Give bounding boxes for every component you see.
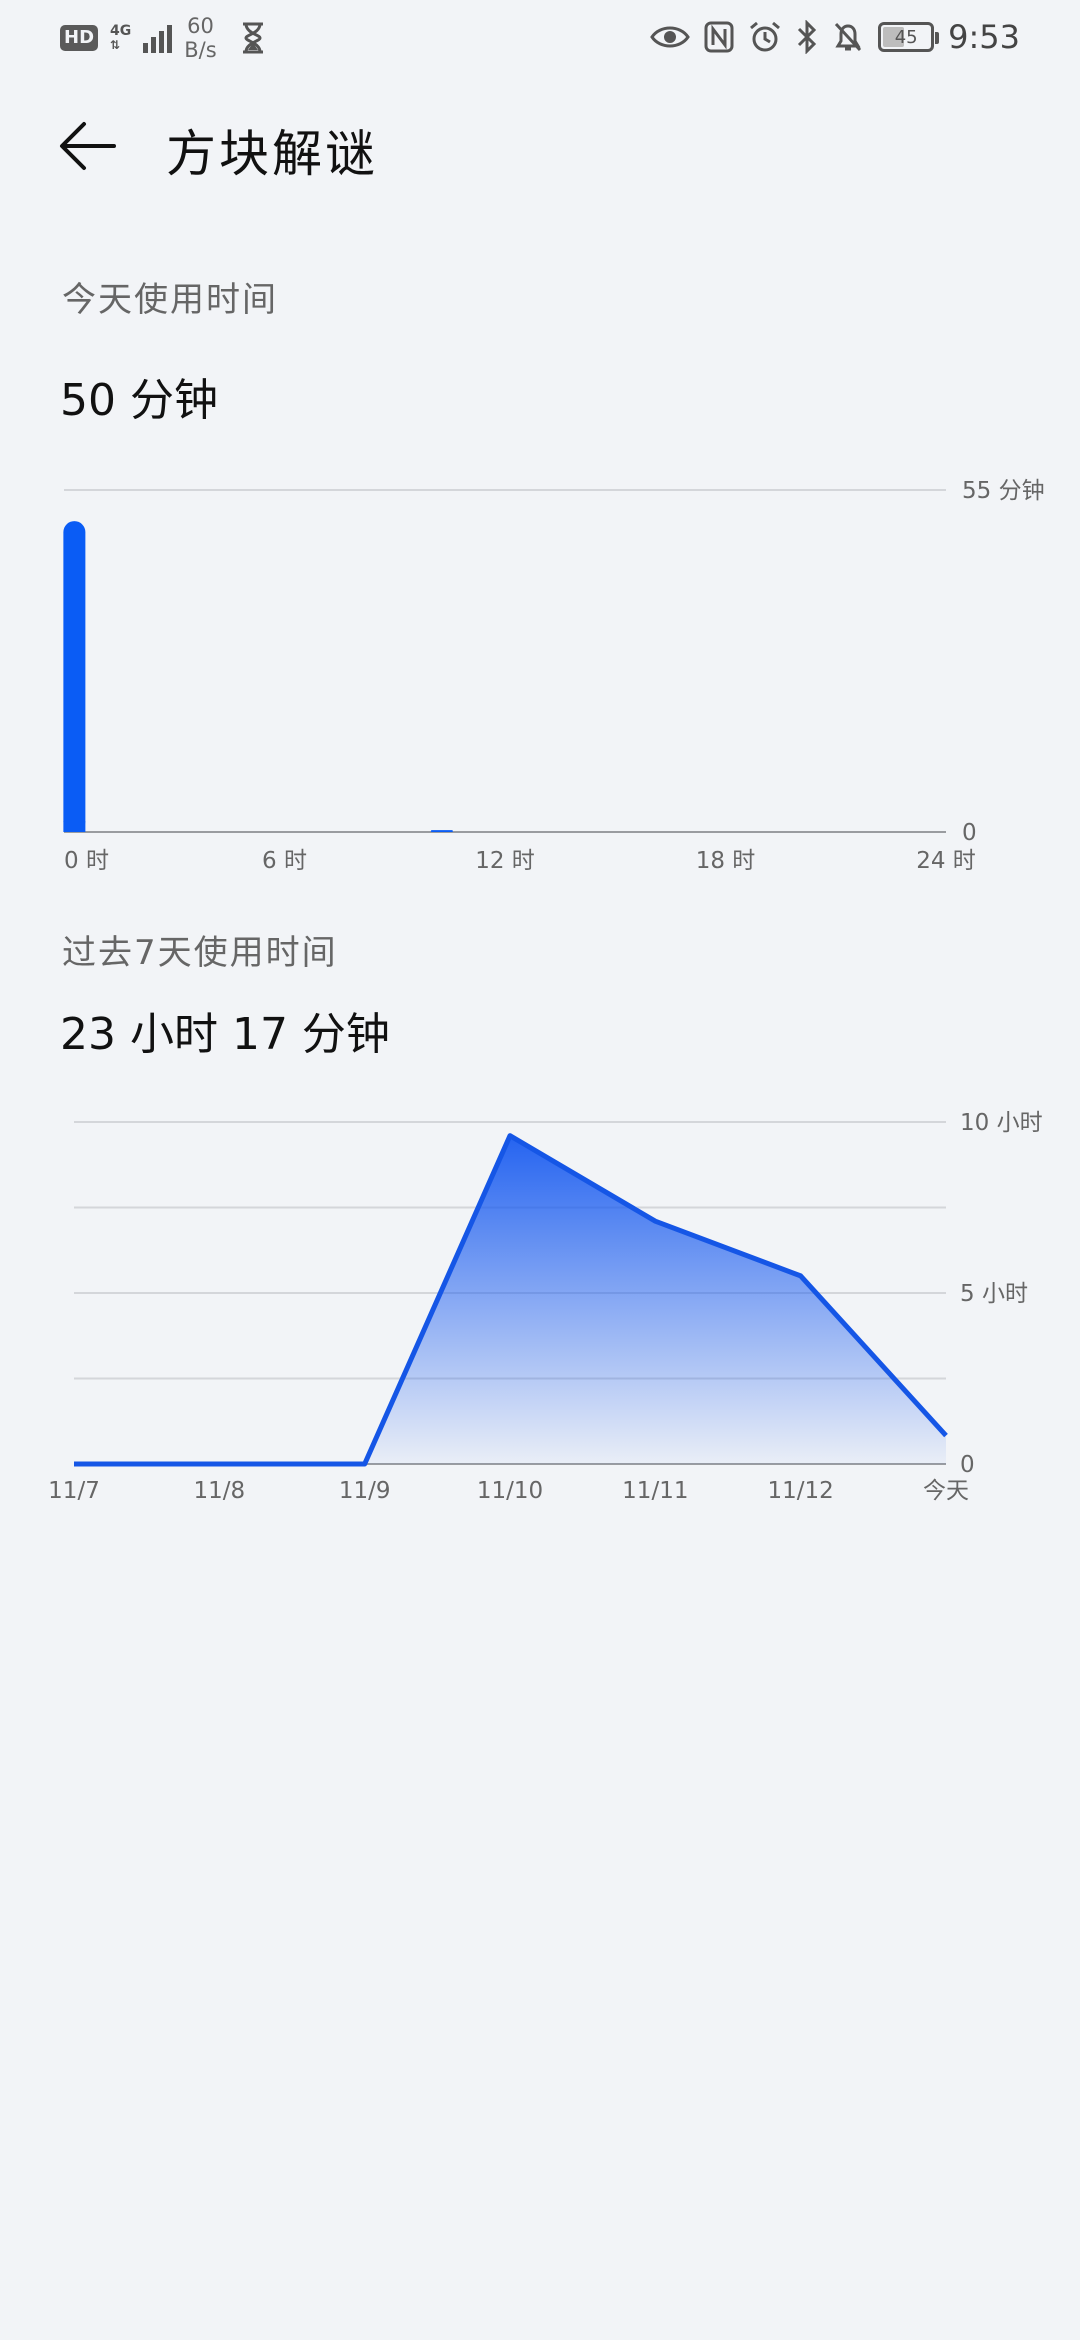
week-x-tick-6: 今天 — [923, 1478, 969, 1504]
signal-icon — [143, 23, 173, 53]
week-usage-chart: 10 小时 5 小时 0 11/7 11/8 11/9 11/10 11/11 11/12 今天 — [48, 1110, 1043, 1504]
bluetooth-icon — [798, 20, 817, 54]
week-x-tick-3: 11/10 — [477, 1478, 543, 1504]
week-x-tick-1: 11/8 — [194, 1478, 246, 1504]
network-speed-unit: B/s — [184, 38, 217, 62]
week-y-tick-1: 5 小时 — [960, 1281, 1028, 1307]
eye-icon — [650, 26, 690, 48]
nfc-icon — [704, 21, 734, 53]
today-x-tick-0: 0 时 — [64, 848, 109, 874]
status-bar: HD 4G ⇅ 60 B/s 45 9:53 — [0, 0, 1080, 74]
today-x-tick-1: 6 时 — [262, 848, 307, 874]
today-bar-10 — [430, 830, 453, 832]
status-bar-right: 45 9:53 — [650, 18, 1020, 56]
hd-badge: HD — [60, 25, 99, 51]
week-y-tick-0: 10 小时 — [960, 1110, 1043, 1136]
network-type: 4G ⇅ — [110, 24, 131, 52]
today-y-tick-1: 0 — [962, 820, 977, 846]
clock: 9:53 — [948, 18, 1020, 56]
today-bar-0 — [63, 521, 86, 832]
week-x-tick-0: 11/7 — [48, 1478, 100, 1504]
today-bar-base-0 — [63, 821, 86, 832]
alarm-icon — [750, 21, 781, 52]
today-usage-chart: 55 分钟 0 0 时 6 时 12 时 18 时 24 时 — [63, 478, 1045, 874]
week-x-tick-5: 11/12 — [768, 1478, 834, 1504]
battery-level: 45 — [894, 26, 918, 48]
week-y-tick-2: 0 — [960, 1452, 975, 1478]
bell-muted-icon — [835, 22, 862, 52]
week-usage-label: 过去7天使用时间 — [62, 933, 338, 973]
week-x-tick-4: 11/11 — [622, 1478, 688, 1504]
week-usage-value: 23 小时 17 分钟 — [60, 1009, 390, 1060]
today-x-tick-3: 18 时 — [696, 848, 756, 874]
battery-icon: 45 — [878, 22, 940, 52]
back-arrow-icon[interactable] — [56, 114, 120, 178]
network-type-label: 4G — [110, 23, 132, 39]
today-x-tick-2: 12 时 — [475, 848, 535, 874]
data-arrows-icon: ⇅ — [110, 38, 121, 52]
today-usage-value: 50 分钟 — [60, 375, 218, 426]
week-x-tick-2: 11/9 — [339, 1478, 391, 1504]
week-area-fill — [74, 1135, 946, 1464]
page-title: 方块解谜 — [166, 125, 378, 183]
today-x-tick-4: 24 时 — [916, 848, 976, 874]
today-y-tick-0: 55 分钟 — [962, 478, 1045, 504]
hourglass-icon — [242, 22, 263, 54]
network-speed-value: 60 — [187, 14, 214, 38]
network-speed: 60 B/s — [184, 14, 216, 62]
status-bar-left: HD 4G ⇅ 60 B/s — [60, 14, 267, 62]
today-usage-label: 今天使用时间 — [62, 280, 278, 320]
app-header: 方块解谜 — [0, 100, 1080, 190]
